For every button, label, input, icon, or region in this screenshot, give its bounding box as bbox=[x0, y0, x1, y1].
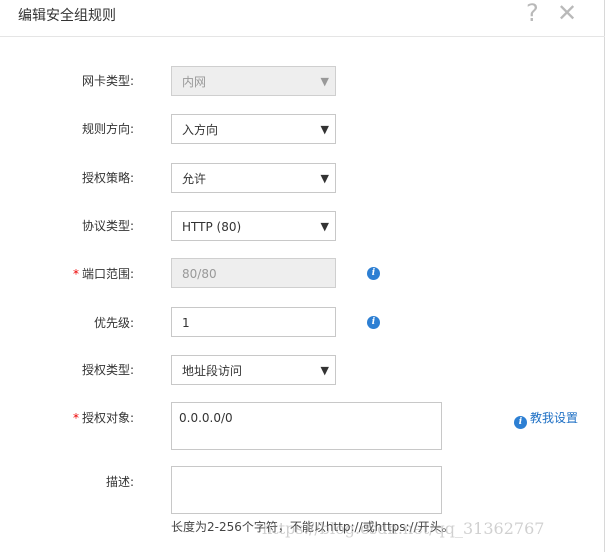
auth-object-value: 0.0.0.0/0 bbox=[179, 411, 233, 425]
priority-label: 优先级: bbox=[93, 316, 134, 330]
dropdown-arrow-icon: ▼ bbox=[320, 364, 329, 377]
dropdown-arrow-icon: ▼ bbox=[320, 123, 329, 136]
required-mark: * bbox=[72, 267, 79, 281]
protocol-select[interactable]: HTTP (80) ▼ bbox=[171, 211, 336, 241]
port-range-value: 80/80 bbox=[182, 267, 217, 281]
close-icon[interactable]: ✕ bbox=[557, 0, 577, 26]
protocol-label: 协议类型: bbox=[81, 219, 134, 233]
dropdown-arrow-icon: ▼ bbox=[320, 172, 329, 185]
nic-type-select[interactable]: 内网 ▼ bbox=[171, 66, 336, 96]
dropdown-arrow-icon: ▼ bbox=[320, 75, 329, 88]
dropdown-arrow-icon: ▼ bbox=[320, 220, 329, 233]
nic-type-value: 内网 bbox=[182, 75, 207, 89]
port-range-label-text: 端口范围: bbox=[81, 267, 134, 281]
help-icon[interactable]: ? bbox=[526, 0, 539, 26]
tutorial-link-text: 教我设置 bbox=[530, 411, 579, 425]
auth-type-select[interactable]: 地址段访问 ▼ bbox=[171, 355, 336, 385]
required-mark: * bbox=[72, 411, 79, 425]
protocol-value: HTTP (80) bbox=[182, 220, 242, 234]
auth-type-label: 授权类型: bbox=[81, 363, 134, 377]
priority-value: 1 bbox=[182, 316, 190, 330]
tutorial-link[interactable]: i 教我设置 bbox=[514, 410, 579, 429]
edit-security-group-rule-dialog: 编辑安全组规则 ? ✕ 网卡类型: 内网 ▼ 规则方向: 入方向 ▼ 授权策略:… bbox=[0, 0, 605, 552]
info-icon[interactable]: i bbox=[367, 267, 380, 280]
dialog-header: 编辑安全组规则 ? ✕ bbox=[0, 0, 605, 37]
dialog-title: 编辑安全组规则 bbox=[18, 8, 116, 24]
direction-value: 入方向 bbox=[182, 123, 219, 137]
policy-label: 授权策略: bbox=[81, 171, 134, 185]
watermark: https://blog.csdn.net/qq_31362767 bbox=[262, 519, 545, 538]
direction-label: 规则方向: bbox=[81, 122, 134, 136]
auth-type-value: 地址段访问 bbox=[182, 364, 243, 378]
policy-value: 允许 bbox=[182, 172, 207, 186]
auth-object-label-text: 授权对象: bbox=[81, 411, 134, 425]
description-label: 描述: bbox=[105, 475, 134, 489]
auth-object-textarea[interactable]: 0.0.0.0/0 bbox=[171, 402, 442, 450]
port-range-input[interactable]: 80/80 bbox=[171, 258, 336, 288]
priority-input[interactable]: 1 bbox=[171, 307, 336, 337]
policy-select[interactable]: 允许 ▼ bbox=[171, 163, 336, 193]
info-icon: i bbox=[514, 416, 527, 429]
info-icon[interactable]: i bbox=[367, 316, 380, 329]
port-range-label: * 端口范围: bbox=[0, 266, 134, 282]
description-textarea[interactable] bbox=[171, 466, 442, 514]
nic-type-label: 网卡类型: bbox=[81, 74, 134, 88]
direction-select[interactable]: 入方向 ▼ bbox=[171, 114, 336, 144]
auth-object-label: * 授权对象: bbox=[0, 410, 134, 426]
